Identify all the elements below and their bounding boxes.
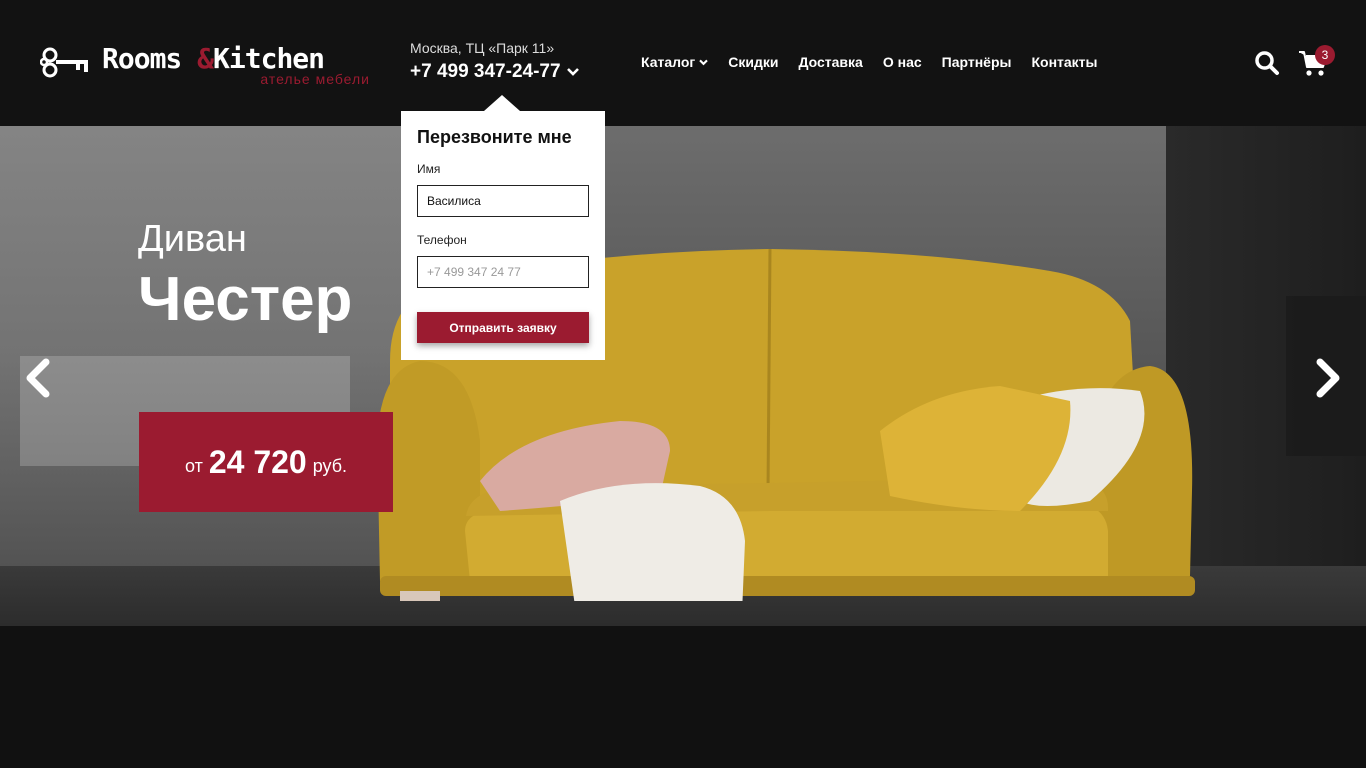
chevron-down-icon <box>699 59 708 65</box>
name-input[interactable] <box>417 185 589 217</box>
product-type: Диван <box>138 218 247 260</box>
phone-number: +7 499 347-24-77 <box>410 61 561 82</box>
site-header: Rooms &Kitchen ателье мебели Москва, ТЦ … <box>0 0 1366 126</box>
cart-count-badge: 3 <box>1315 45 1335 65</box>
nav-item-delivery[interactable]: Доставка <box>798 54 862 70</box>
product-name: Честер <box>138 265 353 334</box>
logo-tagline: ателье мебели <box>260 71 370 87</box>
hero-slider: Диван Честер от 24 720 руб. <box>0 126 1366 626</box>
main-nav: Каталог Скидки Доставка О нас Партнёры К… <box>641 54 1097 70</box>
popup-title: Перезвоните мне <box>417 127 572 147</box>
arrow-right-icon[interactable] <box>1312 358 1344 398</box>
nav-item-discounts[interactable]: Скидки <box>728 54 778 70</box>
name-label: Имя <box>417 162 441 176</box>
contact-block: Москва, ТЦ «Парк 11» +7 499 347-24-77 <box>410 40 579 83</box>
search-icon[interactable] <box>1254 50 1280 76</box>
nav-item-label: Каталог <box>641 54 696 70</box>
chevron-down-icon <box>566 68 579 76</box>
price-value: 24 720 <box>208 443 307 480</box>
nav-item-contacts[interactable]: Контакты <box>1031 54 1097 70</box>
store-address: Москва, ТЦ «Парк 11» <box>410 40 555 56</box>
phone-label: Телефон <box>417 233 467 247</box>
page-bottom-area <box>0 626 1366 768</box>
popup-caret <box>484 95 520 111</box>
nav-item-catalog[interactable]: Каталог <box>641 54 708 70</box>
key-icon <box>40 47 88 78</box>
phone-input[interactable] <box>417 256 589 288</box>
nav-item-about[interactable]: О нас <box>883 54 922 70</box>
price-box[interactable]: от 24 720 руб. <box>139 412 393 512</box>
submit-button[interactable]: Отправить заявку <box>417 312 589 343</box>
price-currency: руб. <box>312 455 348 476</box>
nav-item-partners[interactable]: Партнёры <box>942 54 1012 70</box>
price-prefix: от <box>184 455 203 476</box>
callback-popup: Перезвоните мне Имя Телефон Отправить за… <box>401 111 605 360</box>
phone-dropdown[interactable]: +7 499 347-24-77 <box>410 61 579 83</box>
arrow-left-icon[interactable] <box>22 358 54 398</box>
logo[interactable]: Rooms &Kitchen ателье мебели <box>40 42 380 88</box>
